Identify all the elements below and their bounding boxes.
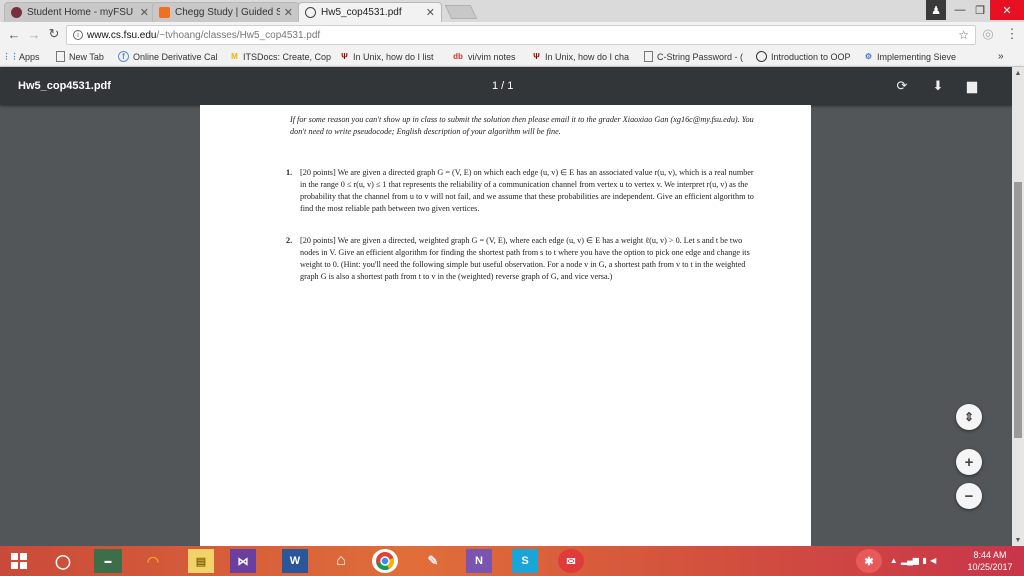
home-icon[interactable]: ⌂ (328, 549, 354, 573)
bookmark-label: In Unix, how do I list (353, 51, 434, 62)
headphones-icon[interactable]: ◠ (140, 549, 166, 573)
system-tray: ▲ ▂▄▆ ▮ ◀ (888, 552, 938, 568)
problem-number: 1. (286, 168, 293, 177)
bookmark-derivative[interactable]: f Online Derivative Cal (118, 49, 218, 64)
app-icon[interactable]: ▬ (94, 549, 122, 573)
back-arrow-icon[interactable]: ← (6, 25, 22, 43)
pdf-page: If for some reason you can't show up in … (200, 105, 811, 546)
bookmark-label: C-String Password - ( (657, 51, 744, 62)
close-icon[interactable]: ✕ (426, 6, 435, 19)
profile-icon[interactable]: ♟ (926, 0, 946, 20)
page-icon (56, 51, 65, 62)
bookmark-label: Implementing Sieve (877, 51, 957, 62)
file-explorer-icon[interactable]: ▤ (188, 549, 214, 573)
problem-2: 2. [20 points] We are given a directed, … (286, 235, 758, 283)
wifi-icon[interactable]: ▂▄▆ (901, 556, 919, 565)
bookmark-label: In Unix, how do I cha (545, 51, 630, 62)
print-icon[interactable]: ▆ (962, 76, 982, 96)
visual-studio-icon[interactable]: ⋈ (230, 549, 256, 573)
globe-icon (756, 51, 767, 62)
word-icon[interactable]: W (282, 549, 308, 573)
fsu-icon (11, 7, 22, 18)
bookmarks-overflow-button[interactable]: » (998, 49, 1004, 64)
bookmark-apps[interactable]: ⋮⋮ Apps (2, 49, 40, 64)
scroll-down-icon[interactable]: ▼ (1012, 535, 1024, 545)
derivative-icon: f (118, 51, 129, 62)
bookmark-label: Online Derivative Cal (133, 51, 218, 62)
bookmark-vim-notes[interactable]: db vi/vim notes (452, 49, 516, 64)
bookmark-sieve[interactable]: ⚙ Implementing Sieve (864, 49, 956, 64)
bookmark-label: ITSDocs: Create, Cop (243, 51, 332, 62)
bookmark-oop[interactable]: Introduction to OOP (756, 49, 851, 64)
download-icon[interactable]: ⬇ (928, 76, 948, 96)
bookmark-label: New Tab (69, 51, 104, 62)
minimize-icon[interactable]: — (950, 0, 970, 20)
volume-icon[interactable]: ◀ (930, 556, 936, 565)
info-icon[interactable]: i (73, 30, 83, 40)
tab-hw5-pdf[interactable]: Hw5_cop4531.pdf ✕ (298, 2, 442, 22)
bookmark-new-tab[interactable]: New Tab (56, 49, 104, 64)
restore-icon[interactable]: ❐ (970, 0, 990, 20)
search-icon[interactable]: ◯ (50, 549, 76, 573)
fit-page-button[interactable]: ⇕ (956, 404, 982, 430)
bookmark-label: vi/vim notes (468, 51, 516, 62)
forward-arrow-icon[interactable]: → (26, 25, 42, 43)
onenote-icon[interactable]: N (466, 549, 492, 573)
problem-text: [20 points] We are given a directed grap… (300, 168, 754, 213)
pdf-title: Hw5_cop4531.pdf (18, 80, 111, 92)
extension-icon[interactable]: ◎ (980, 25, 996, 43)
zoom-out-button[interactable]: − (956, 483, 982, 509)
mail-icon[interactable]: ✉ (558, 549, 584, 573)
chrome-icon[interactable] (372, 549, 398, 573)
date-text: 10/25/2017 (967, 562, 1013, 572)
url-text: www.cs.fsu.edu/~tvhoang/classes/Hw5_cop4… (87, 30, 320, 41)
windows-start-icon[interactable] (6, 549, 32, 573)
iu-icon: Ψ (341, 52, 348, 61)
url-path: /~tvhoang/classes/Hw5_cop4531.pdf (156, 29, 321, 41)
battery-icon[interactable]: ▮ (922, 556, 926, 565)
page-indicator: 1 / 1 (492, 80, 514, 92)
itsdocs-icon: M (231, 52, 238, 61)
close-window-icon[interactable]: ✕ (990, 0, 1024, 20)
bookmark-unix-change[interactable]: Ψ In Unix, how do I cha (532, 49, 629, 64)
implementing-icon: ⚙ (864, 52, 873, 61)
tab-chegg[interactable]: Chegg Study | Guided So ✕ (152, 2, 300, 22)
tab-label: Student Home - myFSU (27, 7, 134, 18)
scrollbar-thumb[interactable] (1014, 182, 1022, 438)
rotate-icon[interactable]: ⟳ (892, 76, 912, 96)
bookmark-label: Introduction to OOP (771, 51, 851, 62)
tab-student-home[interactable]: Student Home - myFSU ✕ (4, 2, 156, 22)
close-icon[interactable]: ✕ (140, 6, 149, 19)
problem-number: 2. (286, 236, 293, 245)
tab-label: Hw5_cop4531.pdf (321, 7, 402, 18)
zoom-in-button[interactable]: + (956, 449, 982, 475)
url-host: www.cs.fsu.edu (87, 29, 157, 41)
bookmark-cstring[interactable]: C-String Password - ( (644, 49, 743, 64)
menu-dots-icon[interactable]: ⋮ (1004, 25, 1020, 43)
iu-icon: Ψ (533, 52, 540, 61)
close-icon[interactable]: ✕ (284, 6, 293, 19)
time-text: 8:44 AM (973, 550, 1007, 560)
problem-text: [20 points] We are given a directed, wei… (300, 236, 750, 281)
tab-label: Chegg Study | Guided So (175, 7, 280, 18)
scroll-up-icon[interactable]: ▲ (1012, 68, 1024, 78)
notification-icon[interactable]: ✱ (856, 549, 882, 573)
bookmark-label: Apps (19, 51, 40, 62)
skype-icon[interactable]: S (512, 549, 538, 573)
db-icon: db (453, 52, 463, 61)
bookmark-unix-list[interactable]: Ψ In Unix, how do I list (340, 49, 434, 64)
intro-text: If for some reason you can't show up in … (290, 115, 754, 136)
paint-icon[interactable]: ✎ (420, 549, 446, 573)
bookmark-itsdocs[interactable]: M ITSDocs: Create, Cop (230, 49, 331, 64)
star-icon[interactable]: ☆ (958, 28, 969, 42)
address-bar[interactable]: i www.cs.fsu.edu/~tvhoang/classes/Hw5_co… (66, 25, 976, 45)
chevron-up-icon[interactable]: ▲ (890, 556, 898, 565)
clock[interactable]: 8:44 AM 10/25/2017 (962, 549, 1018, 573)
apps-grid-icon: ⋮⋮ (2, 52, 19, 61)
globe-icon (305, 7, 316, 18)
reload-icon[interactable]: ↻ (46, 25, 62, 43)
chegg-icon (159, 7, 170, 18)
page-icon (644, 51, 653, 62)
problem-1: 1. [20 points] We are given a directed g… (286, 167, 758, 215)
